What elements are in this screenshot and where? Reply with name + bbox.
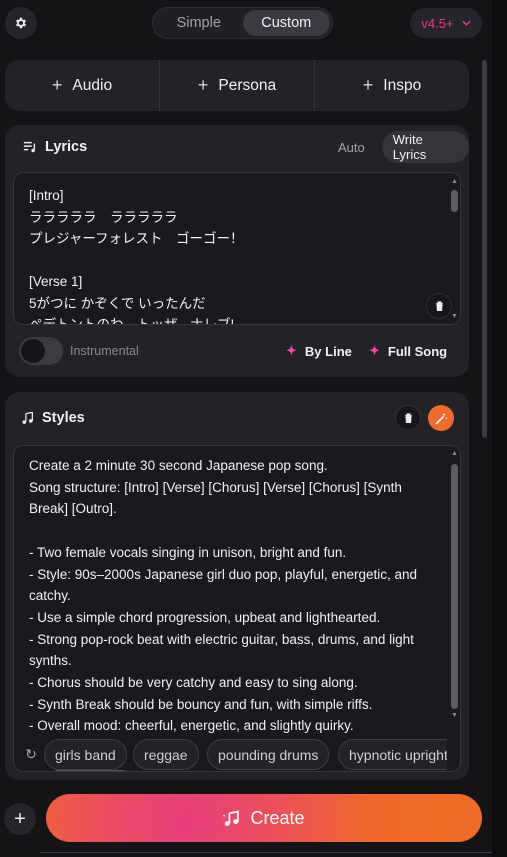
scroll-down-arrow-icon[interactable]: ▼ (450, 711, 459, 720)
scroll-up-arrow-icon[interactable]: ▲ (450, 177, 459, 186)
bottom-divider (40, 852, 492, 857)
lyrics-header: Lyrics (23, 139, 87, 155)
tab-auto[interactable]: Auto (327, 131, 376, 163)
add-button[interactable]: + (4, 803, 36, 835)
lyrics-title: Lyrics (45, 139, 88, 155)
styles-card: Styles Create a 2 minute 30 second Japan… (5, 392, 469, 780)
styles-scrollbar-thumb[interactable] (451, 464, 458, 709)
sparkle-icon: ✦ (369, 343, 380, 358)
tab-simple[interactable]: Simple (155, 10, 243, 36)
style-tags-row: ↻ girls band reggae pounding drums hypno… (14, 737, 460, 771)
music-note-icon (223, 810, 240, 826)
full-song-label: Full Song (387, 343, 448, 359)
mode-toggle: Simple Custom (152, 7, 333, 39)
tag-chip[interactable]: hypnotic upright b (338, 739, 460, 770)
add-inspo-button[interactable]: + Inspo (315, 60, 469, 111)
styles-text[interactable]: Create a 2 minute 30 second Japanese pop… (29, 455, 429, 737)
magic-wand-button[interactable] (428, 405, 454, 431)
page-scrollbar-thumb[interactable] (482, 60, 487, 438)
add-audio-button[interactable]: + Audio (5, 60, 160, 111)
version-dropdown[interactable]: v4.5+ (410, 8, 482, 38)
tag-chip[interactable]: pounding drums (207, 739, 330, 770)
create-label: Create (250, 807, 305, 828)
lyrics-textarea[interactable]: [Intro] ラララララ ラララララ プレジャーフォレスト ゴーゴー！ [Ve… (13, 172, 461, 325)
plus-icon: + (51, 75, 63, 95)
tab-custom[interactable]: Custom (242, 10, 330, 36)
create-button[interactable]: Create (46, 794, 482, 842)
instrumental-toggle[interactable] (19, 337, 63, 365)
scroll-down-arrow-icon[interactable]: ▼ (450, 312, 459, 321)
by-line-button[interactable]: ✦ By Line (286, 337, 352, 365)
tab-write-lyrics[interactable]: Write Lyrics (381, 131, 469, 163)
tags-fade (447, 737, 460, 771)
refresh-icon[interactable]: ↻ (23, 746, 39, 762)
lyrics-icon (23, 141, 36, 153)
tag-chip[interactable]: girls band (44, 739, 127, 770)
add-inspo-label: Inspo (383, 76, 422, 94)
window-edge (492, 0, 507, 857)
top-bar: Simple Custom v4.5+ (0, 0, 482, 46)
toggle-knob (21, 339, 45, 363)
instrumental-row: Instrumental (19, 337, 139, 365)
settings-button[interactable] (5, 7, 37, 39)
tag-chip[interactable]: reggae (133, 739, 199, 770)
tags-scrollbar[interactable] (55, 770, 125, 771)
add-persona-label: Persona (218, 76, 277, 94)
clear-lyrics-button[interactable] (426, 293, 452, 319)
music-note-icon (22, 411, 34, 424)
magic-wand-icon (435, 412, 448, 424)
lyrics-mode-tabs: Auto Write Lyrics (327, 131, 469, 163)
lyrics-card: Lyrics Auto Write Lyrics [Intro] ラララララ ラ… (5, 125, 469, 377)
instrumental-label: Instrumental (70, 344, 139, 358)
clear-styles-button[interactable] (395, 405, 421, 431)
by-line-label: By Line (304, 343, 352, 359)
add-audio-label: Audio (72, 76, 113, 94)
lyrics-text[interactable]: [Intro] ラララララ ラララララ プレジャーフォレスト ゴーゴー！ [Ve… (29, 185, 429, 324)
styles-title: Styles (42, 410, 85, 426)
plus-icon: + (14, 807, 26, 830)
styles-textarea[interactable]: Create a 2 minute 30 second Japanese pop… (13, 445, 461, 772)
chevron-down-icon (461, 20, 471, 26)
page-scrollbar[interactable] (480, 56, 489, 776)
styles-header: Styles (21, 410, 85, 426)
sparkle-icon: ✦ (286, 343, 297, 358)
scroll-up-arrow-icon[interactable]: ▲ (450, 449, 459, 458)
trash-icon (434, 301, 444, 312)
add-options-row: + Audio + Persona + Inspo (5, 60, 469, 111)
version-label: v4.5+ (421, 15, 454, 31)
trash-icon (403, 413, 413, 424)
full-song-button[interactable]: ✦ Full Song (369, 337, 447, 365)
plus-icon: + (362, 75, 374, 95)
add-persona-button[interactable]: + Persona (160, 60, 315, 111)
lyrics-scrollbar-thumb[interactable] (451, 190, 458, 212)
gear-icon (15, 17, 27, 29)
plus-icon: + (197, 75, 209, 95)
